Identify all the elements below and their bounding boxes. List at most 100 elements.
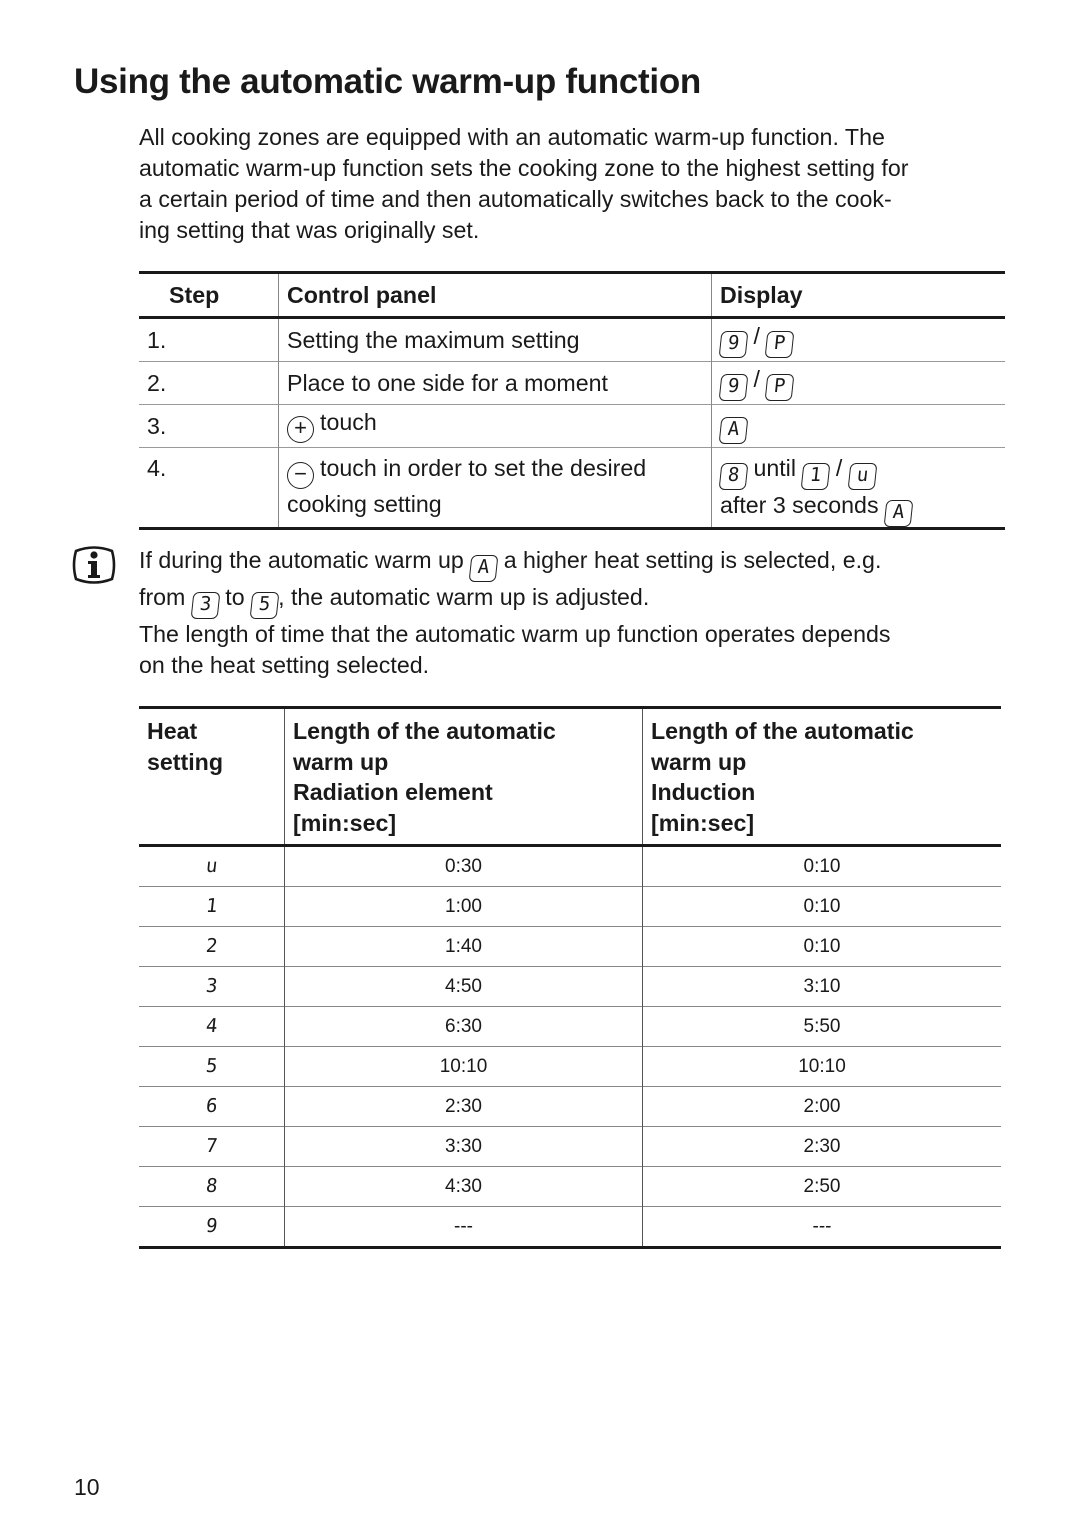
segment-digit: 8	[204, 1175, 219, 1197]
header-control-panel: Control panel	[278, 272, 712, 318]
table-row: 9 --- ---	[139, 1206, 1001, 1248]
segment-digit: 3	[204, 975, 219, 997]
info-note: If during the automatic warm up A a high…	[139, 545, 1019, 681]
header-text: Length of the automatic	[293, 718, 556, 744]
info-icon	[72, 546, 116, 584]
segment-digit: 7	[204, 1135, 219, 1157]
table-row: 8 4:30 2:50	[139, 1166, 1001, 1207]
note-text: from	[139, 584, 186, 610]
control-cell: − touch in order to set the desired cooki…	[278, 447, 712, 529]
segment-display-icon: A	[468, 555, 499, 582]
control-text: touch	[320, 409, 377, 435]
table-row: 1 1:00 0:10	[139, 886, 1001, 927]
segment-digit: 9	[204, 1215, 219, 1237]
table-row: 2 1:40 0:10	[139, 926, 1001, 967]
control-text: cooking setting	[287, 491, 442, 517]
table-row: 7 3:30 2:30	[139, 1126, 1001, 1167]
control-cell: + touch	[278, 404, 712, 448]
warmup-table: Heat setting Length of the automatic war…	[139, 706, 1001, 1249]
radiation-time-cell: 10:10	[284, 1046, 643, 1087]
induction-time-cell: 0:10	[803, 895, 841, 917]
table-row: 3. + touch A	[139, 404, 1006, 448]
intro-line: automatic warm-up function sets the cook…	[139, 155, 909, 181]
heat-setting-cell: u	[139, 845, 285, 887]
radiation-time-cell: 0:30	[284, 845, 643, 887]
header-text: warm up	[293, 748, 389, 775]
intro-paragraph: All cooking zones are equipped with an a…	[139, 122, 1019, 246]
table-row: 4 6:30 5:50	[139, 1006, 1001, 1047]
intro-line: All cooking zones are equipped with an a…	[139, 124, 885, 150]
segment-display-icon: 9	[718, 330, 749, 358]
steps-header-row: Step Control panel Display	[139, 272, 1005, 318]
segment-display-icon: u	[847, 463, 878, 490]
segment-display-icon: 9	[718, 373, 749, 401]
minus-circle-icon: −	[287, 462, 314, 489]
segment-display-icon: P	[764, 373, 795, 401]
header-text: warm up	[651, 748, 747, 775]
display-text: after 3 seconds	[720, 492, 879, 518]
segment-display-icon: A	[883, 500, 914, 527]
induction-time-cell: 2:00	[803, 1095, 841, 1117]
display-cell: A	[712, 405, 1006, 448]
induction-time-cell: 2:50	[803, 1175, 841, 1197]
header-text: Radiation element	[293, 779, 493, 805]
segment-digit: u	[204, 855, 219, 877]
heat-setting-cell: 3	[139, 966, 285, 1007]
header-text: Length of the automatic	[651, 718, 914, 744]
radiation-time-cell: 6:30	[284, 1006, 643, 1047]
table-row: 6 2:30 2:00	[139, 1086, 1001, 1127]
radiation-time-cell: 1:40	[284, 926, 643, 967]
radiation-time-cell: 2:30	[284, 1086, 643, 1127]
induction-time-cell: 10:10	[798, 1055, 846, 1077]
step-number: 2.	[139, 361, 279, 405]
control-text: Setting the maximum setting	[278, 317, 712, 362]
segment-display-icon: A	[718, 416, 749, 444]
note-line: from 3 to 5, the automatic warm up is ad…	[139, 582, 1019, 619]
segment-digit: 5	[204, 1055, 219, 1077]
header-heat-setting: Heat setting	[139, 707, 285, 846]
segment-digit: 2	[204, 935, 219, 957]
header-text: [min:sec]	[651, 809, 755, 836]
heat-setting-cell: 1	[139, 886, 285, 927]
radiation-time-cell: ---	[284, 1206, 643, 1248]
segment-digit: 1	[204, 895, 219, 917]
heat-setting-cell: 2	[139, 926, 285, 967]
header-text: Heat	[147, 718, 198, 744]
page-number: 10	[74, 1474, 100, 1500]
note-text: , the automatic warm up is adjusted.	[278, 584, 650, 610]
step-number: 3.	[139, 404, 279, 448]
note-line: If during the automatic warm up A a high…	[139, 545, 1019, 582]
header-text: setting	[147, 748, 224, 775]
warmup-header-row: Heat setting Length of the automatic war…	[139, 707, 1001, 846]
steps-table: Step Control panel Display 1. Setting th…	[139, 271, 1005, 530]
step-number: 1.	[139, 317, 279, 362]
heat-setting-cell: 4	[139, 1006, 285, 1047]
separator: /	[753, 365, 760, 392]
heat-setting-cell: 5	[139, 1046, 285, 1087]
segment-digit: 4	[204, 1015, 219, 1037]
segment-display-icon: 8	[718, 463, 749, 490]
note-line: The length of time that the automatic wa…	[139, 621, 891, 647]
note-line: on the heat setting selected.	[139, 652, 430, 678]
radiation-time-cell: 3:30	[284, 1126, 643, 1167]
radiation-time-cell: 4:30	[284, 1166, 643, 1207]
segment-digit: 6	[204, 1095, 219, 1117]
separator: /	[753, 322, 760, 349]
display-cell: 9 / P	[712, 318, 1006, 362]
induction-time-cell: 0:10	[803, 855, 841, 877]
display-cell: 9 / P	[712, 362, 1006, 405]
heat-setting-cell: 9	[139, 1206, 285, 1248]
induction-time-cell: ---	[812, 1215, 832, 1237]
table-row: 3 4:50 3:10	[139, 966, 1001, 1007]
header-radiation: Length of the automatic warm up Radiatio…	[284, 707, 643, 846]
header-step: Step	[139, 272, 279, 318]
header-text: Induction	[651, 779, 756, 805]
note-text: to	[225, 584, 245, 610]
header-display: Display	[720, 281, 803, 308]
radiation-time-cell: 1:00	[284, 886, 643, 927]
note-text: a higher heat setting is selected, e.g.	[503, 547, 882, 573]
display-cell: 8 until 1 / u after 3 seconds A	[712, 448, 1006, 529]
display-text: until	[753, 455, 796, 481]
radiation-time-cell: 4:50	[284, 966, 643, 1007]
page-title: Using the automatic warm-up function	[74, 62, 701, 101]
